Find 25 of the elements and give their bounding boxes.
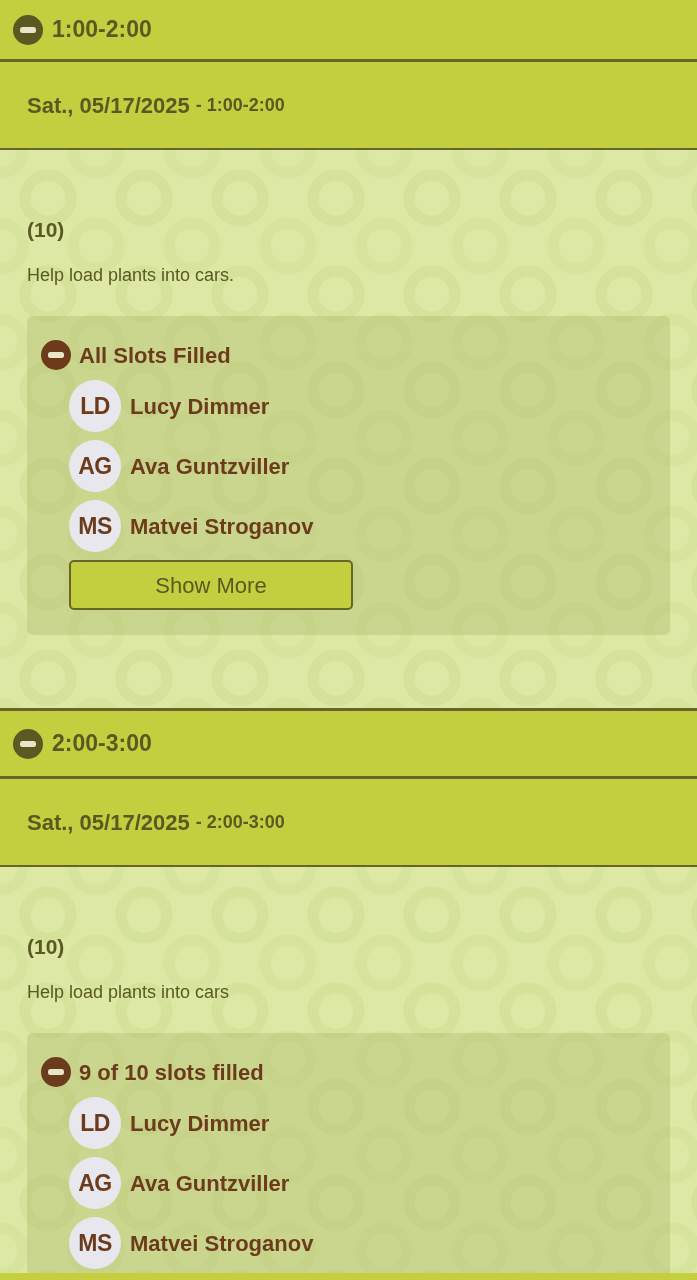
initials-avatar: AG [69,440,121,492]
date-text: Sat., 05/17/2025 [27,808,190,837]
volunteer-name: Matvei Stroganov [130,1229,314,1258]
time-range-text: - 1:00-2:00 [195,93,285,117]
slot-count: (10) [27,218,66,242]
initials-avatar: LD [69,1097,121,1149]
initials-avatar: MS [69,1217,121,1269]
time-range-text: - 2:00-3:00 [195,810,285,834]
initials-avatar: MS [69,500,121,552]
slot-count: (10) [27,935,66,959]
volunteer-name: Ava Guntzviller [130,452,290,481]
date-text: Sat., 05/17/2025 [27,91,190,120]
initials-avatar: LD [69,380,121,432]
volunteer-name: Matvei Stroganov [130,512,314,541]
volunteer-name: Lucy Dimmer [130,392,270,421]
section-header-toggle[interactable]: 2:00-3:00 [0,711,697,779]
slots-toggle[interactable]: 9 of 10 slots filled [41,1057,264,1087]
volunteer-name: Lucy Dimmer [130,1109,270,1138]
show-more-button[interactable]: Show More [69,560,353,610]
volunteer-name: Ava Guntzviller [130,1169,290,1198]
task-description: Help load plants into cars. [27,264,236,286]
task-description: Help load plants into cars [27,981,231,1003]
section-header-toggle[interactable]: 1:00-2:00 [0,0,697,62]
initials-avatar: AG [69,1157,121,1209]
slots-toggle[interactable]: All Slots Filled [41,340,231,370]
